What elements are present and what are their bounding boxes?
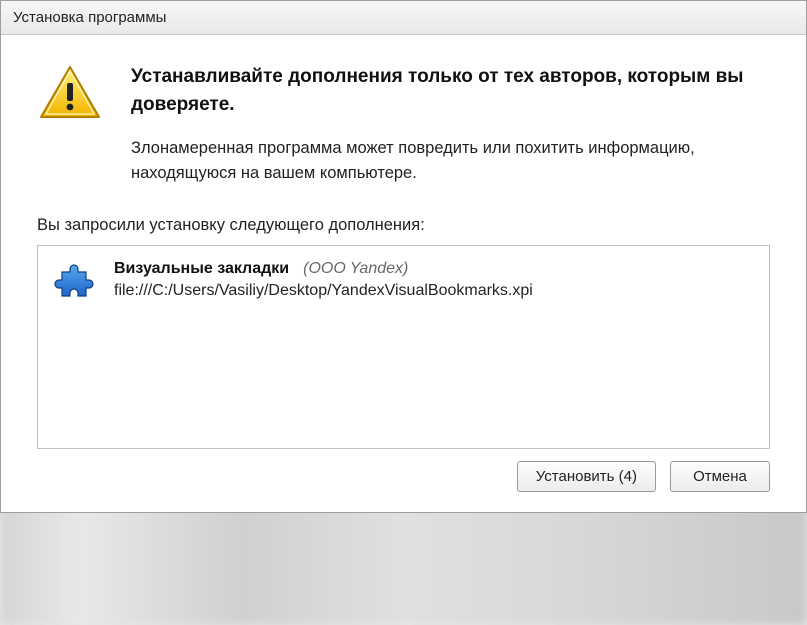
- window-title: Установка программы: [13, 9, 166, 26]
- addon-path: file:///C:/Users/Vasiliy/Desktop/YandexV…: [114, 282, 755, 300]
- warning-section: Устанавливайте дополнения только от тех …: [37, 63, 770, 186]
- puzzle-icon: [52, 260, 94, 302]
- install-dialog: Установка программы: [0, 0, 807, 513]
- warning-text: Устанавливайте дополнения только от тех …: [131, 63, 770, 186]
- request-label: Вы запросили установку следующего дополн…: [37, 216, 770, 235]
- dialog-content: Устанавливайте дополнения только от тех …: [1, 35, 806, 512]
- warning-icon: [37, 63, 103, 186]
- warning-heading: Устанавливайте дополнения только от тех …: [131, 63, 770, 118]
- addon-item[interactable]: Визуальные закладки (OOO Yandex) file://…: [52, 260, 755, 302]
- addon-title-row: Визуальные закладки (OOO Yandex): [114, 260, 755, 278]
- cancel-button[interactable]: Отмена: [670, 461, 770, 492]
- addon-publisher: (OOO Yandex): [303, 260, 408, 278]
- titlebar[interactable]: Установка программы: [1, 1, 806, 35]
- button-row: Установить (4) Отмена: [37, 449, 770, 492]
- addon-list: Визуальные закладки (OOO Yandex) file://…: [37, 245, 770, 449]
- install-button[interactable]: Установить (4): [517, 461, 656, 492]
- warning-description: Злонамеренная программа может повредить …: [131, 136, 770, 186]
- addon-info: Визуальные закладки (OOO Yandex) file://…: [114, 260, 755, 300]
- addon-name: Визуальные закладки: [114, 260, 289, 278]
